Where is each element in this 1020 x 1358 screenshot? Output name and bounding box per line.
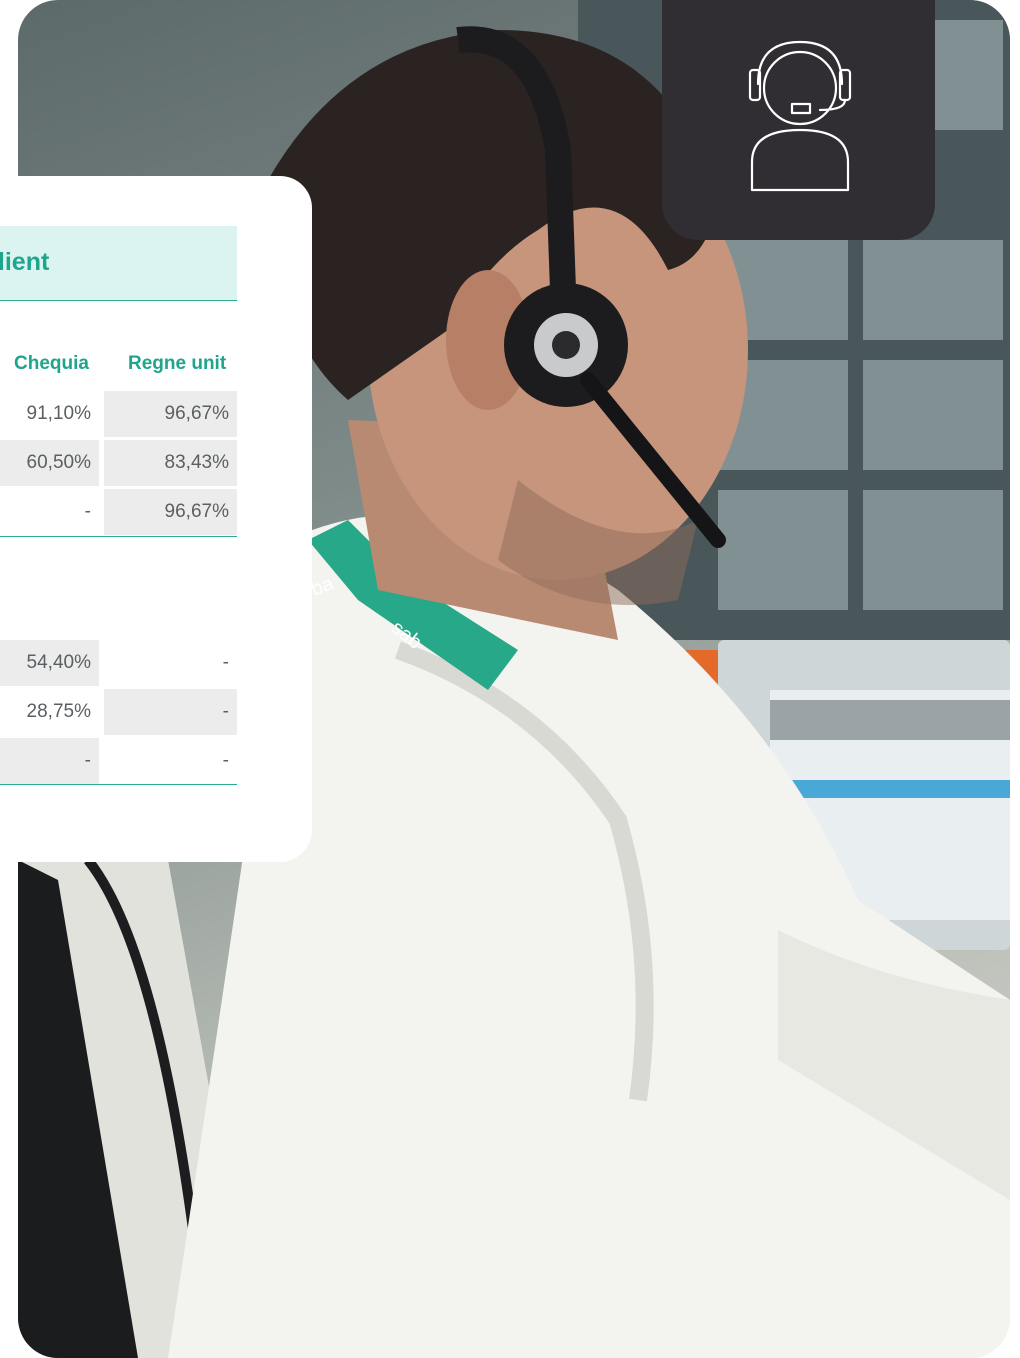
table-cell: 83,43% <box>104 440 237 486</box>
table-cell: 54,40% <box>0 640 99 686</box>
table-cell: - <box>222 750 229 771</box>
table-cell: 96,67% <box>104 391 237 437</box>
table-cell: - <box>104 689 237 735</box>
table-title-bar: client <box>0 226 237 301</box>
table-cell: 60,50% <box>0 440 99 486</box>
table-divider <box>0 536 237 537</box>
column-header-regne-unit: Regne unit <box>128 353 227 374</box>
table-cell: 96,67% <box>104 489 237 535</box>
table-divider <box>0 784 237 785</box>
table-cell: - <box>222 652 229 673</box>
headset-badge <box>662 0 935 240</box>
column-header-chequia: Chequia <box>14 353 89 374</box>
table-cell: - <box>0 738 99 784</box>
data-table-card: client Chequia Regne unit 91,10% 96,67% … <box>0 176 312 862</box>
table-cell: 28,75% <box>26 701 91 722</box>
headset-agent-icon <box>748 40 852 192</box>
table-cell: - <box>84 501 91 522</box>
table-title: client <box>0 248 50 276</box>
table-cell: 91,10% <box>26 403 91 424</box>
